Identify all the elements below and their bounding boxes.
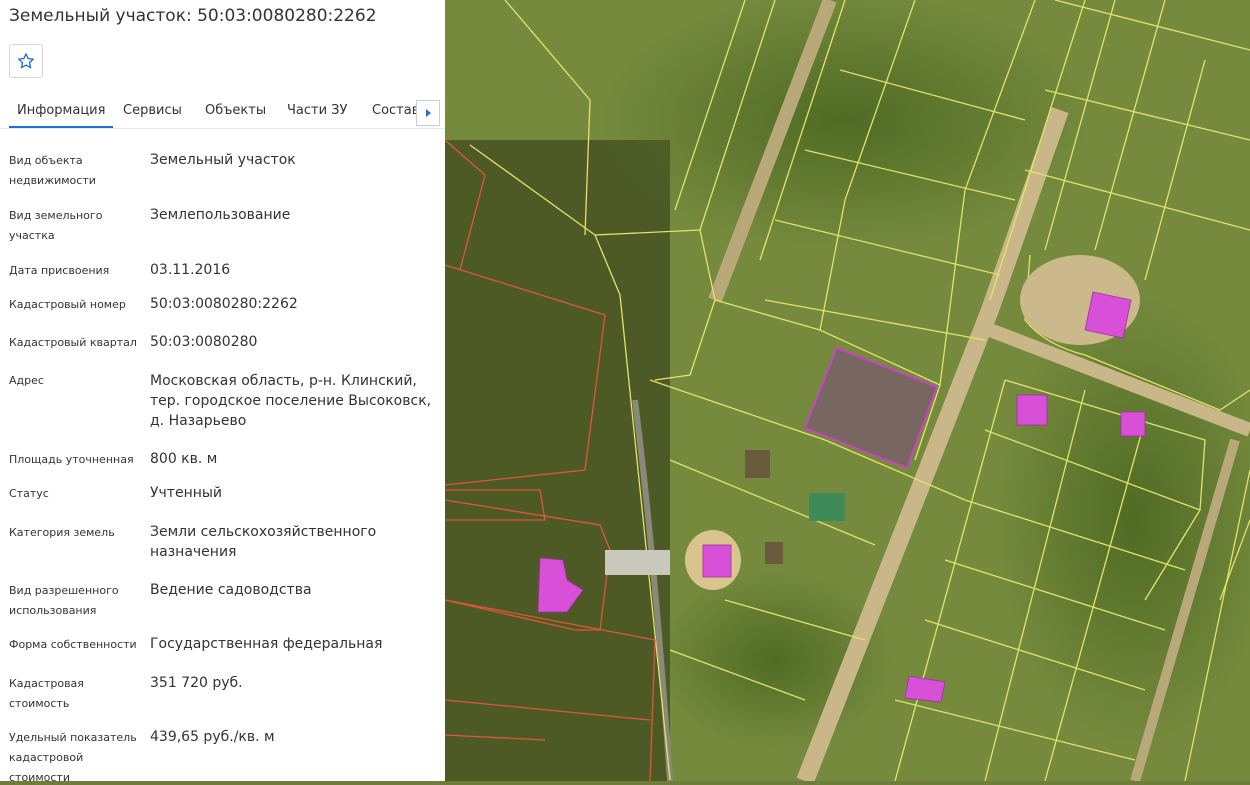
tab-services[interactable]: Сервисы — [123, 94, 182, 127]
garden-bed — [745, 450, 770, 478]
chevron-right-icon — [426, 109, 431, 117]
paved-yard — [605, 550, 670, 575]
value-status: Учтенный — [150, 485, 223, 501]
shed — [765, 542, 783, 564]
label-land-category: Категория земель — [9, 526, 115, 539]
value-cadastral-quarter: 50:03:0080280 — [150, 334, 258, 350]
value-address: Московская область, р-н. Клинский, тер. … — [150, 373, 432, 429]
favorite-button[interactable] — [9, 44, 43, 78]
value-land-category: Земли сельскохозяйственного назначения — [150, 524, 377, 560]
roof-green — [809, 493, 845, 521]
page-title: Земельный участок: 50:03:0080280:2262 — [9, 6, 377, 26]
value-object-type: Земельный участок — [150, 152, 296, 168]
tab-bar: Информация Сервисы Объекты Части ЗУ Сост… — [0, 94, 445, 129]
label-area: Площадь уточненная — [9, 453, 134, 466]
map-view[interactable] — [444, 0, 1250, 785]
label-cadastral-number: Кадастровый номер — [9, 298, 126, 311]
tab-composition[interactable]: Состав — [372, 94, 419, 127]
label-land-type: Вид земельного участка — [9, 209, 103, 242]
forest-area — [445, 140, 670, 781]
value-permitted-use: Ведение садоводства — [150, 582, 312, 598]
tab-land-parts[interactable]: Части ЗУ — [287, 94, 347, 127]
label-assigned-date: Дата присвоения — [9, 264, 110, 277]
label-address: Адрес — [9, 374, 44, 387]
label-cadastral-value: Кадастровая стоимость — [9, 677, 84, 710]
label-specific-value: Удельный показатель кадастровой стоимост… — [9, 731, 137, 781]
satellite-map[interactable] — [444, 0, 1250, 785]
value-cadastral-number: 50:03:0080280:2262 — [150, 296, 298, 312]
label-cadastral-quarter: Кадастровый квартал — [9, 336, 137, 349]
label-permitted-use: Вид разрешенного использования — [9, 584, 119, 617]
value-specific-value: 439,65 руб./кв. м — [150, 729, 275, 745]
value-assigned-date: 03.11.2016 — [150, 262, 231, 278]
label-ownership: Форма собственности — [9, 638, 137, 651]
info-panel: Земельный участок: 50:03:0080280:2262 Ин… — [0, 0, 445, 781]
tab-objects[interactable]: Объекты — [205, 94, 266, 127]
tab-information[interactable]: Информация — [9, 94, 114, 128]
value-land-type: Землепользование — [150, 207, 291, 223]
value-ownership: Государственная федеральная — [150, 636, 383, 652]
label-status: Статус — [9, 487, 49, 500]
tabs-scroll-right-button[interactable] — [416, 100, 440, 126]
star-outline-icon — [17, 53, 35, 69]
value-area: 800 кв. м — [150, 451, 218, 467]
label-object-type: Вид объекта недвижимости — [9, 154, 96, 187]
value-cadastral-value: 351 720 руб. — [150, 675, 243, 691]
